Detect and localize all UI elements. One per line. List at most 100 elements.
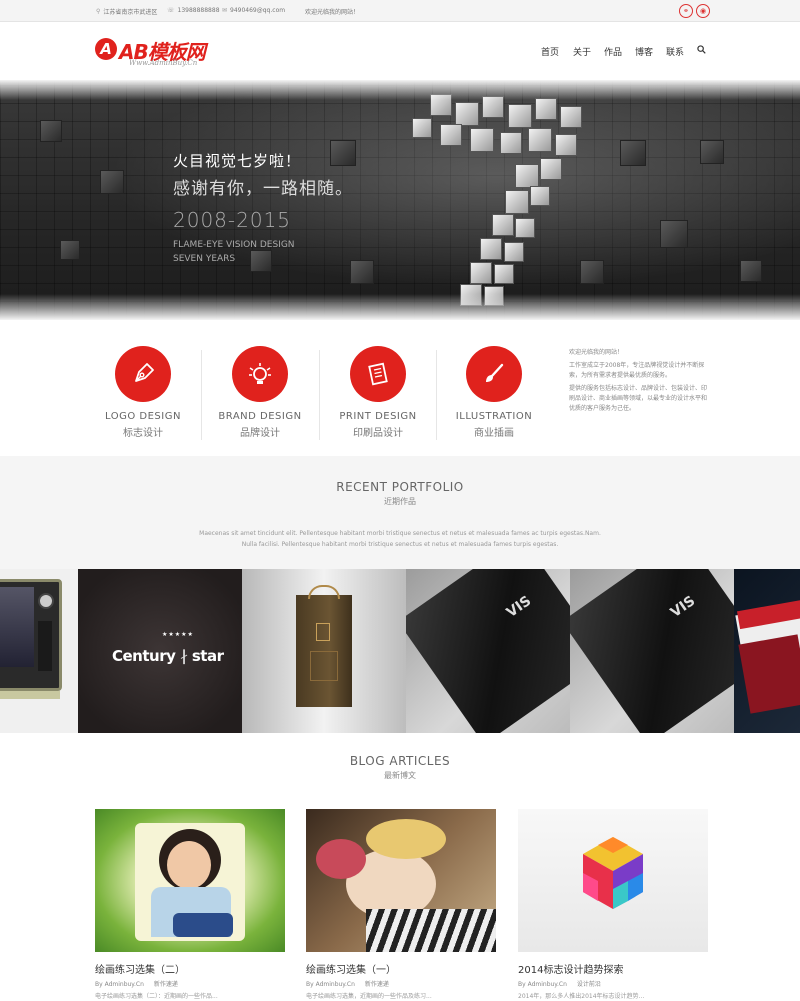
service-title-en: ILLUSTRATION [455,411,533,422]
blog-card-author: By Adminbuy.Cn [518,981,567,988]
nav-home[interactable]: 首页 [541,45,559,58]
phone-text: 13988888888 [177,7,220,14]
phone-info: ☏ 13988888888 [167,7,220,14]
portfolio-item[interactable]: Century ∤ star ★★★★★ [78,569,242,733]
hero-english-text: FLAME-EYE VISION DESIGN SEVEN YEARS [173,238,373,266]
service-icon-circle [232,346,288,402]
service-title-en: BRAND DESIGN [218,411,302,422]
print-document-icon [368,362,388,386]
blog-card-category[interactable]: 新作速递 [154,981,178,988]
divider [319,350,320,440]
portfolio-strip: Century ∤ star ★★★★★ VIS VIS [0,569,800,733]
intro-paragraph: 欢迎光临我的网站！ [569,349,624,356]
portfolio-item[interactable] [734,569,800,733]
color-cube-logo [583,837,643,909]
hero-english-line1: FLAME-EYE VISION DESIGN [173,240,295,250]
blog-card[interactable]: 2014标志设计趋势探索 By Adminbuy.Cn 设计前沿 2014年，那… [518,809,708,1000]
section-title: RECENT PORTFOLIO [336,480,464,494]
nav-about[interactable]: 关于 [573,45,591,58]
email-text[interactable]: 9490469@qq.com [230,7,285,14]
blog-card[interactable]: 绘画练习选集（二） By Adminbuy.Cn 新作速递 电子绘画练习选集（二… [95,809,285,1000]
paintbrush-icon [486,363,504,382]
welcome-info: 欢迎光临我的网站！ [305,7,359,16]
divider [201,350,202,440]
wechat-link[interactable]: ◉ [696,4,710,18]
eye-icon: ◉ [699,7,707,15]
service-title-cn: 品牌设计 [240,428,280,439]
top-bar: ⚲ 江苏省南京市武进区 ☏ 13988888888 ✉ 9490469@qq.c… [0,0,800,22]
intro-paragraph: 提供的服务包括标志设计、品牌设计、包装设计、印刷品设计、商业插画等领域，以最专业… [569,385,708,412]
intro-paragraph: 工作室成立于2008年，专注品牌视觉设计并不断探索，为所有需求者提供最优质的服务… [569,362,705,379]
nav-contact[interactable]: 联系 [666,45,684,58]
search-icon[interactable] [697,45,706,54]
blog-card-meta: By Adminbuy.Cn 设计前沿 [518,979,708,988]
blog-card-image[interactable] [518,809,708,952]
blog-section-header: BLOG ARTICLES 最新博文 [0,754,800,781]
site-logo[interactable]: A AB模板网 Www.AdminBuy.Cn [95,36,225,68]
service-logo-design[interactable]: LOGO DESIGN 标志设计 [88,346,198,439]
link-icon: ⚭ [683,7,689,15]
service-icon-circle [115,346,171,402]
email-info[interactable]: ✉ 9490469@qq.com [222,7,285,14]
service-title-cn: 印刷品设计 [353,428,403,439]
century-logo-text: Century [112,647,176,665]
weibo-link[interactable]: ⚭ [679,4,693,18]
service-icon-circle [466,346,522,402]
blog-card-image[interactable] [95,809,285,952]
blog-card-title[interactable]: 绘画练习选集（一） [306,961,496,976]
hero-banner: 火目视觉七岁啦！ 感谢有你，一路相随。 2008-2015 FLAME-EYE … [0,80,800,320]
phone-icon: ☏ [167,7,175,14]
nav-works[interactable]: 作品 [604,45,622,58]
blog-card-title[interactable]: 绘画练习选集（二） [95,961,285,976]
section-subtitle: 最新博文 [384,771,416,780]
section-description: Maecenas sit amet tincidunt elit. Pellen… [199,530,601,548]
divider [436,350,437,440]
hero-headline: 火目视觉七岁啦！ [173,152,302,170]
portfolio-item[interactable] [0,569,78,733]
blog-card-title[interactable]: 2014标志设计趋势探索 [518,961,708,976]
location-pin-icon: ⚲ [96,8,101,15]
portfolio-item[interactable]: VIS [570,569,734,733]
lightbulb-icon [249,363,271,384]
hero-years: 2008-2015 [173,208,292,232]
service-title-en: LOGO DESIGN [105,411,181,422]
service-title-cn: 商业插画 [474,428,514,439]
address-info: ⚲ 江苏省南京市武进区 [96,7,157,16]
section-title: BLOG ARTICLES [349,754,451,768]
logo-subtitle: Www.AdminBuy.Cn [129,59,198,67]
blog-card-image[interactable] [306,809,496,952]
blog-card-author: By Adminbuy.Cn [306,981,355,988]
blog-card-meta: By Adminbuy.Cn 新作速递 [95,979,285,988]
services-section: LOGO DESIGN 标志设计 BRAND DESIGN 品牌设计 PRINT… [0,320,800,456]
blog-card-excerpt: 电子绘画练习选集（二）：近期画的一些作品... [95,993,218,1000]
studio-intro: 欢迎光临我的网站！ 工作室成立于2008年，专注品牌视觉设计并不断探索，为所有需… [569,348,711,417]
service-illustration[interactable]: ILLUSTRATION 商业插画 [439,346,549,439]
service-icon-circle [350,346,406,402]
nav-blog[interactable]: 博客 [635,45,653,58]
blog-card-author: By Adminbuy.Cn [95,981,144,988]
portfolio-item[interactable] [242,569,406,733]
century-star-text: star [191,647,224,665]
blog-card[interactable]: 绘画练习选集（一） By Adminbuy.Cn 新作速递 电子绘画练习选集，近… [306,809,496,1000]
logo-badge: A [95,38,117,60]
pen-nib-icon [135,363,154,382]
seven-logo-cubes [400,94,600,314]
blog-card-meta: By Adminbuy.Cn 新作速递 [306,979,496,988]
hero-subheadline: 感谢有你，一路相随。 [173,179,353,199]
service-title-en: PRINT DESIGN [339,411,417,422]
site-header: A AB模板网 Www.AdminBuy.Cn 首页 关于 作品 博客 联系 [0,22,800,80]
recent-portfolio-section: RECENT PORTFOLIO 近期作品 Maecenas sit amet … [0,456,800,569]
blog-card-excerpt: 电子绘画练习选集，近期画的一些作品及练习... [306,993,432,1000]
blog-card-category[interactable]: 新作速递 [365,981,389,988]
blog-card-category[interactable]: 设计前沿 [577,981,601,988]
service-title-cn: 标志设计 [123,428,163,439]
welcome-text: 欢迎光临我的网站！ [305,9,360,16]
email-icon: ✉ [222,7,228,14]
service-print-design[interactable]: PRINT DESIGN 印刷品设计 [323,346,433,439]
hero-english-line2: SEVEN YEARS [173,254,236,264]
section-subtitle: 近期作品 [384,497,416,506]
service-brand-design[interactable]: BRAND DESIGN 品牌设计 [205,346,315,439]
address-text: 江苏省南京市武进区 [103,9,158,16]
blog-card-excerpt: 2014年，那么多人推出2014年标志设计趋势... [518,993,645,1000]
portfolio-item[interactable]: VIS [406,569,570,733]
